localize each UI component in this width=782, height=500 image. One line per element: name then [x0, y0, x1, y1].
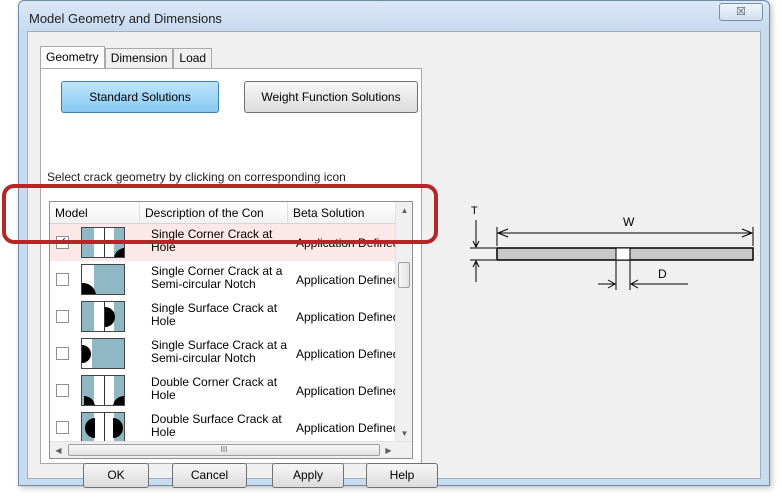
- tab-load[interactable]: Load: [173, 48, 213, 68]
- list-item[interactable]: Single Corner Crack at a Semi-circular N…: [50, 261, 400, 298]
- row-beta-solution: Application Defined: [296, 347, 400, 361]
- weight-function-solutions-button[interactable]: Weight Function Solutions: [244, 81, 418, 113]
- row-beta-solution: Application Defined: [296, 273, 400, 287]
- scroll-grip: III: [220, 445, 228, 454]
- row-description: Double Surface Crack at Hole: [151, 412, 282, 439]
- column-header-beta-solution[interactable]: Beta Solution: [288, 202, 397, 224]
- vertical-scrollbar[interactable]: ▲ ▼: [395, 202, 412, 442]
- double-surface-crack-at-hole-icon[interactable]: [81, 412, 125, 443]
- row-checkbox[interactable]: [56, 421, 69, 434]
- corner-crack-semicircular-notch-icon[interactable]: [81, 264, 125, 295]
- scroll-down-icon[interactable]: ▼: [396, 425, 412, 442]
- instruction-text: Select crack geometry by clicking on cor…: [47, 170, 346, 184]
- row-beta-solution: Application Defined: [296, 421, 400, 435]
- row-checkbox[interactable]: ✓: [56, 236, 69, 249]
- hole-shape: [615, 247, 631, 261]
- surface-crack-at-hole-icon[interactable]: [81, 301, 125, 332]
- row-beta-solution: Application Defined: [296, 310, 400, 324]
- thickness-label: T: [471, 205, 478, 217]
- row-beta-solution: Application Defined: [296, 236, 400, 250]
- row-checkbox[interactable]: [56, 310, 69, 323]
- tab-geometry[interactable]: Geometry: [40, 46, 105, 68]
- list-item[interactable]: Single Surface Crack at Hole Application…: [50, 298, 400, 335]
- column-header-description[interactable]: Description of the Con: [140, 202, 288, 224]
- tab-strip: Geometry Dimension Load: [40, 46, 213, 68]
- column-header-model[interactable]: Model: [50, 202, 140, 224]
- list-item[interactable]: Double Corner Crack at Hole Application …: [50, 372, 400, 409]
- scroll-right-icon[interactable]: ▶: [380, 442, 397, 458]
- width-label: W: [623, 215, 635, 229]
- row-description: Single Surface Crack at a Semi-circular …: [151, 338, 288, 365]
- row-checkbox[interactable]: [56, 384, 69, 397]
- tab-dimension[interactable]: Dimension: [104, 48, 174, 68]
- list-item[interactable]: ✓ Single Corner Crack at Hole Applicatio…: [50, 224, 400, 261]
- horizontal-scrollbar[interactable]: ◀ III ▶: [50, 441, 412, 458]
- ok-button[interactable]: OK: [83, 463, 149, 488]
- close-icon: ☒: [736, 6, 746, 18]
- standard-solutions-button[interactable]: Standard Solutions: [61, 81, 219, 113]
- corner-crack-at-hole-icon[interactable]: [81, 227, 125, 258]
- row-description: Single Corner Crack at Hole: [151, 227, 273, 254]
- apply-button[interactable]: Apply: [272, 463, 344, 488]
- list-rows: ✓ Single Corner Crack at Hole Applicatio…: [50, 224, 400, 446]
- help-button[interactable]: Help: [366, 463, 438, 488]
- row-beta-solution: Application Defined: [296, 384, 400, 398]
- list-header: Model Description of the Con Beta Soluti…: [50, 202, 397, 224]
- window-title: Model Geometry and Dimensions: [29, 11, 222, 26]
- surface-crack-semicircular-notch-icon[interactable]: [81, 338, 125, 369]
- row-checkbox[interactable]: [56, 347, 69, 360]
- geometry-diagram: W T D: [470, 205, 754, 290]
- geometry-tab-panel: Standard Solutions Weight Function Solut…: [40, 68, 422, 464]
- close-button[interactable]: ☒: [719, 3, 763, 21]
- list-item[interactable]: Single Surface Crack at a Semi-circular …: [50, 335, 400, 372]
- double-corner-crack-at-hole-icon[interactable]: [81, 375, 125, 406]
- scroll-up-icon[interactable]: ▲: [396, 202, 412, 219]
- diameter-label: D: [658, 267, 667, 281]
- row-description: Single Surface Crack at Hole: [151, 301, 278, 328]
- horizontal-scroll-thumb[interactable]: III: [68, 444, 380, 456]
- cancel-button[interactable]: Cancel: [172, 463, 247, 488]
- crack-geometry-list[interactable]: Model Description of the Con Beta Soluti…: [49, 201, 413, 459]
- row-description: Single Corner Crack at a Semi-circular N…: [151, 264, 283, 291]
- row-checkbox[interactable]: [56, 273, 69, 286]
- vertical-scroll-thumb[interactable]: [398, 262, 410, 288]
- title-bar[interactable]: Model Geometry and Dimensions ☒: [19, 1, 769, 31]
- row-description: Double Corner Crack at Hole: [151, 375, 278, 402]
- scroll-left-icon[interactable]: ◀: [50, 442, 67, 458]
